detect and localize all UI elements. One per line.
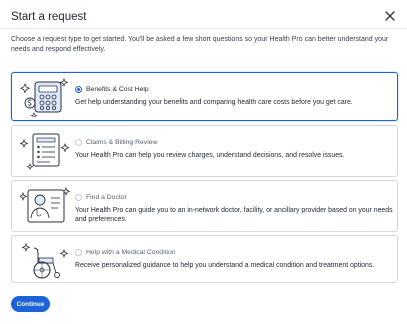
option-label: Help with a Medical Condition bbox=[86, 248, 176, 256]
option-benefits-cost-help[interactable]: Benefits & Cost Help Get help understand… bbox=[11, 72, 398, 121]
option-medical-condition[interactable]: Help with a Medical Condition Receive pe… bbox=[11, 235, 398, 283]
doctor-card-icon bbox=[20, 186, 71, 223]
option-label: Find a Doctor bbox=[86, 193, 127, 201]
dialog-title: Start a request bbox=[11, 11, 87, 23]
close-icon[interactable] bbox=[384, 10, 396, 22]
radio-doctor[interactable] bbox=[75, 193, 82, 201]
document-list-icon bbox=[20, 133, 70, 170]
option-label: Benefits & Cost Help bbox=[86, 85, 149, 93]
radio-benefits-selected[interactable] bbox=[75, 85, 82, 93]
header-divider bbox=[0, 28, 407, 29]
option-description: Your Health Pro can help you review char… bbox=[75, 152, 345, 159]
intro-text: Choose a request type to get started. Yo… bbox=[11, 36, 389, 53]
option-label: Claims & Billing Review bbox=[86, 138, 158, 146]
radio-row-medical[interactable]: Help with a Medical Condition bbox=[75, 247, 176, 257]
option-claims-billing-review[interactable]: Claims & Billing Review Your Health Pro … bbox=[11, 125, 398, 177]
radio-claims[interactable] bbox=[75, 138, 82, 146]
radio-row-benefits[interactable]: Benefits & Cost Help bbox=[75, 84, 149, 94]
option-description: Receive personalized guidance to help yo… bbox=[75, 262, 375, 269]
option-description: Get help understanding your benefits and… bbox=[75, 99, 353, 106]
calculator-icon bbox=[20, 77, 69, 117]
continue-button[interactable]: Continue bbox=[11, 296, 50, 312]
option-find-a-doctor[interactable]: Find a Doctor Your Health Pro can guide … bbox=[11, 180, 398, 232]
option-description: Your Health Pro can guide you to an in-n… bbox=[75, 207, 393, 223]
radio-medical[interactable] bbox=[75, 248, 82, 256]
radio-row-claims[interactable]: Claims & Billing Review bbox=[75, 137, 157, 147]
wheelchair-icon bbox=[21, 242, 69, 279]
radio-row-doctor[interactable]: Find a Doctor bbox=[75, 192, 127, 202]
dialog-header: Start a request bbox=[11, 9, 397, 27]
